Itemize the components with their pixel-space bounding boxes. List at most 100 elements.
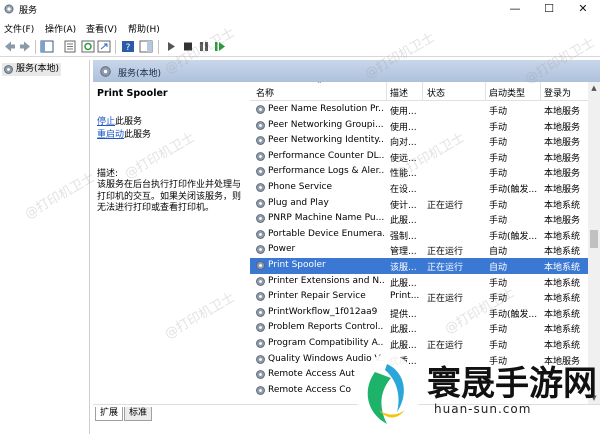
stop-service-link[interactable]: 停止 bbox=[97, 117, 115, 127]
start-icon[interactable] bbox=[164, 40, 178, 53]
column-divider[interactable] bbox=[540, 82, 541, 101]
service-log-on-as-cell: 本地系统 bbox=[544, 294, 581, 305]
scrollbar-thumb[interactable] bbox=[590, 230, 598, 248]
service-startup-type-cell: 手动 bbox=[489, 107, 508, 117]
table-row[interactable]: Power 管理... 正在运行 自动 本地系统 bbox=[250, 242, 588, 258]
column-header-description[interactable]: 描述 bbox=[390, 86, 408, 99]
table-row[interactable]: PrintWorkflow_1f012aa9 提供... 手动(触发... 本地系统 bbox=[250, 305, 588, 321]
logo-text: 寰晟手游网 bbox=[427, 364, 597, 404]
table-row[interactable]: Portable Device Enumera... 强制... 手动(触发... 本… bbox=[250, 227, 588, 243]
table-row-selected[interactable]: Print Spooler 该服... 正在运行 自动 本地系统 bbox=[250, 258, 588, 274]
sort-ascending-icon: ⌃ bbox=[316, 82, 323, 89]
service-name-cell: Phone Service bbox=[268, 182, 333, 192]
table-row[interactable]: Peer Networking Groupi... 使用... 手动 本地服务 bbox=[250, 118, 588, 134]
forward-icon[interactable] bbox=[18, 40, 32, 53]
column-header-name[interactable]: 名称 bbox=[256, 86, 274, 99]
service-log-on-as-cell: 本地服务 bbox=[544, 107, 581, 117]
selected-service-name: Print Spooler bbox=[97, 88, 168, 99]
restart-service-line: 重启动此服务 bbox=[97, 127, 151, 140]
table-row[interactable]: Problem Reports Control... 此服... 手动 本地系统 bbox=[250, 320, 588, 336]
scroll-up-arrow-icon[interactable]: ▲ bbox=[588, 82, 600, 94]
table-row[interactable]: Performance Logs & Aler... 性能... 手动 本地服务 bbox=[250, 164, 588, 180]
service-name-cell: Printer Repair Service bbox=[268, 291, 366, 302]
column-divider[interactable] bbox=[422, 82, 423, 101]
table-row[interactable]: Phone Service 在设... 手动(触发... 本地服务 bbox=[250, 180, 588, 196]
table-row[interactable]: Printer Extensions and N... 此服... 手动 本地系统 bbox=[250, 274, 588, 290]
table-row[interactable]: Printer Repair Service Print... 正在运行 手动 本地系统 bbox=[250, 289, 588, 305]
svg-text:?: ? bbox=[126, 43, 131, 53]
minimize-button[interactable]: — bbox=[498, 0, 532, 19]
help-icon[interactable]: ? bbox=[121, 40, 135, 53]
title-bar: 服务 — ☐ ✕ bbox=[0, 0, 600, 19]
column-header-log-on-as[interactable]: 登录为 bbox=[544, 86, 571, 99]
service-gear-icon bbox=[256, 323, 265, 333]
window-title: 服务 bbox=[19, 6, 38, 16]
service-gear-icon bbox=[256, 261, 265, 270]
menu-action[interactable]: 操作(A) bbox=[45, 22, 76, 35]
tab-standard[interactable]: 标准 bbox=[124, 407, 153, 421]
service-description-cell: 此服... bbox=[390, 325, 417, 336]
service-status-cell: 正在运行 bbox=[427, 263, 464, 273]
service-name-cell: Performance Logs & Aler... bbox=[268, 166, 384, 177]
properties-icon[interactable] bbox=[63, 40, 77, 53]
tree-node-services-local[interactable]: 服务(本地) bbox=[2, 63, 62, 76]
services-gear-icon bbox=[4, 4, 14, 14]
service-gear-icon bbox=[256, 136, 265, 146]
table-row[interactable]: PNRP Machine Name Pu... 此服... 手动 本地服务 bbox=[250, 211, 588, 227]
column-header-row: ⌃ 名称 描述 状态 启动类型 登录为 bbox=[250, 82, 588, 101]
service-log-on-as-cell: 本地系统 bbox=[544, 309, 581, 320]
column-header-startup-type[interactable]: 启动类型 bbox=[489, 86, 525, 99]
service-gear-icon bbox=[256, 151, 265, 161]
service-gear-icon bbox=[256, 339, 265, 348]
pause-icon[interactable] bbox=[197, 40, 211, 53]
service-description-cell: 管理... bbox=[390, 247, 417, 258]
refresh-icon[interactable] bbox=[81, 40, 95, 53]
maximize-button[interactable]: ☐ bbox=[532, 0, 566, 19]
description-text: 该服务在后台执行打印作业并处理与打印机的交互。如果关闭该服务，则无法进行打印或查… bbox=[97, 180, 242, 213]
menu-help[interactable]: 帮助(H) bbox=[128, 22, 160, 35]
logo-url: huan-sun.com bbox=[434, 402, 532, 416]
restart-service-suffix: 此服务 bbox=[124, 130, 152, 140]
main-pane-title: 服务(本地) bbox=[118, 69, 162, 79]
service-startup-type-cell: 手动 bbox=[489, 122, 508, 133]
service-name-cell: Printer Extensions and N... bbox=[268, 275, 384, 286]
service-gear-icon bbox=[256, 120, 265, 130]
service-description-cell: 性能... bbox=[390, 169, 417, 180]
service-name-cell: Print Spooler bbox=[268, 260, 326, 270]
restart-service-link[interactable]: 重启动 bbox=[97, 130, 124, 140]
service-startup-type-cell: 手动 bbox=[489, 153, 508, 164]
service-gear-icon bbox=[256, 214, 265, 224]
service-startup-type-cell: 手动 bbox=[489, 200, 508, 211]
restart-icon[interactable] bbox=[213, 40, 227, 53]
table-row[interactable]: Peer Networking Identity... 向对... 手动 本地服务 bbox=[250, 133, 588, 149]
menu-file[interactable]: 文件(F) bbox=[4, 22, 34, 35]
service-log-on-as-cell: 本地系统 bbox=[544, 325, 581, 336]
service-startup-type-cell: 手动(触发... bbox=[489, 231, 538, 242]
show-hide-icon[interactable] bbox=[139, 40, 153, 53]
column-header-status[interactable]: 状态 bbox=[427, 86, 445, 99]
console-tree-icon[interactable] bbox=[40, 40, 54, 53]
back-icon[interactable] bbox=[3, 40, 17, 53]
column-divider[interactable] bbox=[386, 82, 387, 101]
table-row[interactable]: Performance Counter DL... 使远... 手动 本地服务 bbox=[250, 149, 588, 165]
stop-icon[interactable] bbox=[181, 40, 195, 53]
gear-icon bbox=[4, 65, 13, 74]
column-divider[interactable] bbox=[485, 82, 486, 101]
table-row[interactable]: Peer Name Resolution Pr... 使用... 手动 本地服务 bbox=[250, 102, 588, 118]
service-description-cell: Print... bbox=[390, 291, 420, 302]
menu-view[interactable]: 查看(V) bbox=[86, 22, 117, 35]
service-description-cell: 向对... bbox=[390, 138, 417, 149]
description-label: 描述: bbox=[97, 169, 119, 179]
export-icon[interactable] bbox=[97, 40, 111, 53]
service-description-cell: 强制... bbox=[390, 231, 417, 242]
stop-service-line: 停止此服务 bbox=[97, 114, 142, 127]
tab-extended[interactable]: 扩展 bbox=[95, 407, 124, 421]
service-startup-type-cell: 手动(触发... bbox=[489, 309, 538, 320]
service-startup-type-cell: 自动 bbox=[489, 247, 508, 258]
table-row[interactable]: Plug and Play 使计... 正在运行 手动 本地系统 bbox=[250, 196, 588, 212]
service-log-on-as-cell: 本地系统 bbox=[544, 200, 581, 211]
close-button[interactable]: ✕ bbox=[566, 0, 600, 19]
toolbar-separator bbox=[35, 40, 36, 54]
service-log-on-as-cell: 本地系统 bbox=[544, 231, 581, 242]
toolbar-separator bbox=[158, 40, 159, 54]
